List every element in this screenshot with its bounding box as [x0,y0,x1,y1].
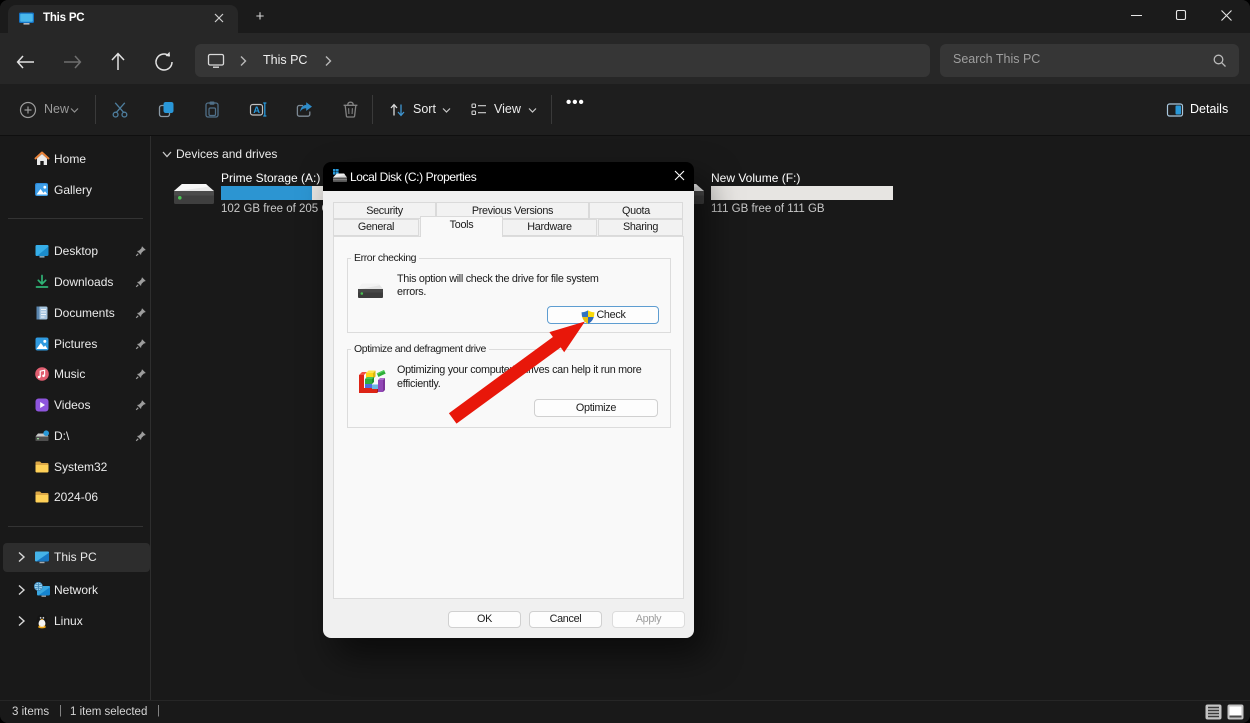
svg-text:A: A [253,105,260,116]
